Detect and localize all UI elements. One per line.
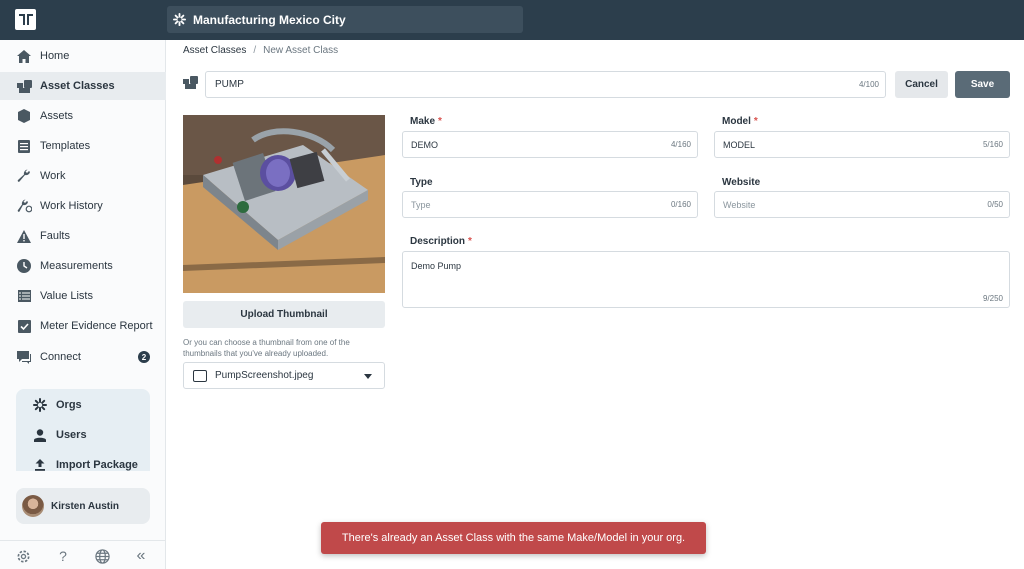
app-logo[interactable] bbox=[15, 9, 36, 30]
sidebar-item-label: Work bbox=[40, 170, 66, 182]
thumbnail-select[interactable]: PumpScreenshot.jpeg bbox=[183, 362, 385, 389]
model-label: Model * bbox=[722, 116, 758, 127]
thumbnail-selected: PumpScreenshot.jpeg bbox=[215, 370, 314, 381]
model-input[interactable]: MODEL 5/160 bbox=[714, 131, 1010, 158]
sidebar-item-label: Connect bbox=[40, 351, 81, 363]
avatar bbox=[22, 495, 44, 517]
sidebar-item-label: Work History bbox=[40, 200, 103, 212]
assets-icon bbox=[16, 108, 32, 124]
sidebar-item-label: Asset Classes bbox=[40, 80, 115, 92]
sidebar-item-connect[interactable]: Connect 2 bbox=[0, 343, 166, 371]
sidebar: Home Asset Classes Assets Templates Work… bbox=[0, 40, 166, 569]
sidebar-item-work-history[interactable]: Work History bbox=[0, 192, 166, 220]
home-icon bbox=[16, 48, 32, 64]
sidebar-item-faults[interactable]: Faults bbox=[0, 222, 166, 250]
website-label: Website bbox=[722, 177, 761, 188]
sidebar-item-home[interactable]: Home bbox=[0, 42, 166, 70]
admin-item-label: Import Package bbox=[56, 459, 138, 471]
top-bar: Manufacturing Mexico City bbox=[0, 0, 1024, 40]
warning-icon bbox=[16, 228, 32, 244]
thumbnail-image bbox=[183, 115, 385, 293]
make-counter: 4/160 bbox=[670, 140, 691, 149]
chat-icon bbox=[16, 349, 32, 365]
cancel-button[interactable]: Cancel bbox=[895, 71, 948, 98]
breadcrumb-separator: / bbox=[253, 45, 257, 56]
name-counter: 4/100 bbox=[858, 80, 879, 89]
sidebar-item-label: Meter Evidence Report bbox=[40, 320, 153, 332]
type-placeholder: Type bbox=[411, 199, 431, 210]
model-value: MODEL bbox=[723, 139, 756, 150]
sidebar-item-measurements[interactable]: Measurements bbox=[0, 252, 166, 280]
make-value: DEMO bbox=[411, 139, 438, 150]
sidebar-item-label: Measurements bbox=[40, 260, 113, 272]
breadcrumb-parent[interactable]: Asset Classes bbox=[183, 45, 246, 56]
wrench-history-icon bbox=[16, 198, 32, 214]
type-input[interactable]: Type 0/160 bbox=[402, 191, 698, 218]
breadcrumb-current: New Asset Class bbox=[263, 45, 339, 56]
sidebar-item-assets[interactable]: Assets bbox=[0, 102, 166, 130]
asset-classes-icon bbox=[16, 78, 32, 94]
user-name: Kirsten Austin bbox=[51, 500, 119, 512]
sidebar-item-label: Assets bbox=[40, 110, 74, 122]
sidebar-item-label: Value Lists bbox=[40, 290, 93, 302]
save-button[interactable]: Save bbox=[955, 71, 1010, 98]
orgs-icon bbox=[173, 13, 186, 26]
user-icon bbox=[32, 428, 48, 442]
sidebar-item-meter-evidence-report[interactable]: Meter Evidence Report bbox=[0, 312, 166, 340]
user-menu[interactable]: Kirsten Austin bbox=[16, 488, 150, 524]
image-icon bbox=[193, 369, 207, 382]
asset-class-icon bbox=[183, 76, 199, 92]
type-counter: 0/160 bbox=[670, 200, 691, 209]
wrench-icon bbox=[16, 168, 32, 184]
clock-icon bbox=[16, 258, 32, 274]
globe-icon[interactable] bbox=[94, 548, 110, 564]
sidebar-item-orgs[interactable]: Orgs bbox=[16, 393, 150, 417]
sidebar-item-work[interactable]: Work bbox=[0, 162, 166, 190]
sidebar-item-label: Home bbox=[40, 50, 70, 62]
list-icon bbox=[16, 288, 32, 304]
help-icon[interactable]: ? bbox=[55, 548, 71, 564]
org-name: Manufacturing Mexico City bbox=[193, 12, 346, 27]
asset-class-name-input[interactable]: PUMP 4/100 bbox=[205, 71, 886, 98]
description-value: Demo Pump bbox=[411, 261, 462, 271]
thumbnail-hint: Or you can choose a thumbnail from one o… bbox=[183, 338, 350, 358]
admin-item-label: Users bbox=[56, 429, 87, 441]
required-mark: * bbox=[753, 116, 758, 127]
name-value: PUMP bbox=[215, 79, 244, 90]
breadcrumb: Asset Classes / New Asset Class bbox=[183, 45, 338, 56]
website-placeholder: Website bbox=[723, 199, 756, 210]
type-label: Type bbox=[410, 177, 433, 188]
website-counter: 0/50 bbox=[987, 200, 1003, 209]
description-counter: 9/250 bbox=[982, 294, 1003, 303]
sidebar-item-templates[interactable]: Templates bbox=[0, 132, 166, 160]
description-textarea[interactable]: Demo Pump 9/250 bbox=[402, 251, 1010, 308]
connect-badge: 2 bbox=[138, 351, 150, 363]
sidebar-item-asset-classes[interactable]: Asset Classes bbox=[0, 72, 166, 100]
required-mark: * bbox=[438, 116, 442, 127]
sidebar-item-label: Faults bbox=[40, 230, 70, 242]
admin-item-label: Orgs bbox=[56, 399, 82, 411]
orgs-icon bbox=[32, 398, 48, 412]
model-counter: 5/160 bbox=[982, 140, 1003, 149]
make-input[interactable]: DEMO 4/160 bbox=[402, 131, 698, 158]
upload-icon bbox=[32, 459, 48, 471]
sidebar-divider bbox=[0, 540, 166, 541]
collapse-sidebar-icon[interactable]: « bbox=[133, 547, 149, 564]
required-mark: * bbox=[468, 236, 472, 247]
error-toast: There's already an Asset Class with the … bbox=[321, 522, 706, 554]
sidebar-item-import-package[interactable]: Import Package bbox=[16, 453, 150, 477]
make-label: Make * bbox=[410, 116, 442, 127]
sidebar-item-users[interactable]: Users bbox=[16, 423, 150, 447]
settings-icon[interactable] bbox=[15, 548, 31, 564]
admin-section: Orgs Users Import Package bbox=[16, 389, 150, 471]
sidebar-item-label: Templates bbox=[40, 140, 91, 152]
description-label: Description * bbox=[410, 236, 472, 247]
org-selector[interactable]: Manufacturing Mexico City bbox=[167, 6, 523, 33]
chevron-down-icon bbox=[364, 374, 372, 379]
website-input[interactable]: Website 0/50 bbox=[714, 191, 1010, 218]
checkbox-icon bbox=[16, 318, 32, 334]
sidebar-item-value-lists[interactable]: Value Lists bbox=[0, 282, 166, 310]
templates-icon bbox=[16, 138, 32, 154]
upload-thumbnail-button[interactable]: Upload Thumbnail bbox=[183, 301, 385, 328]
